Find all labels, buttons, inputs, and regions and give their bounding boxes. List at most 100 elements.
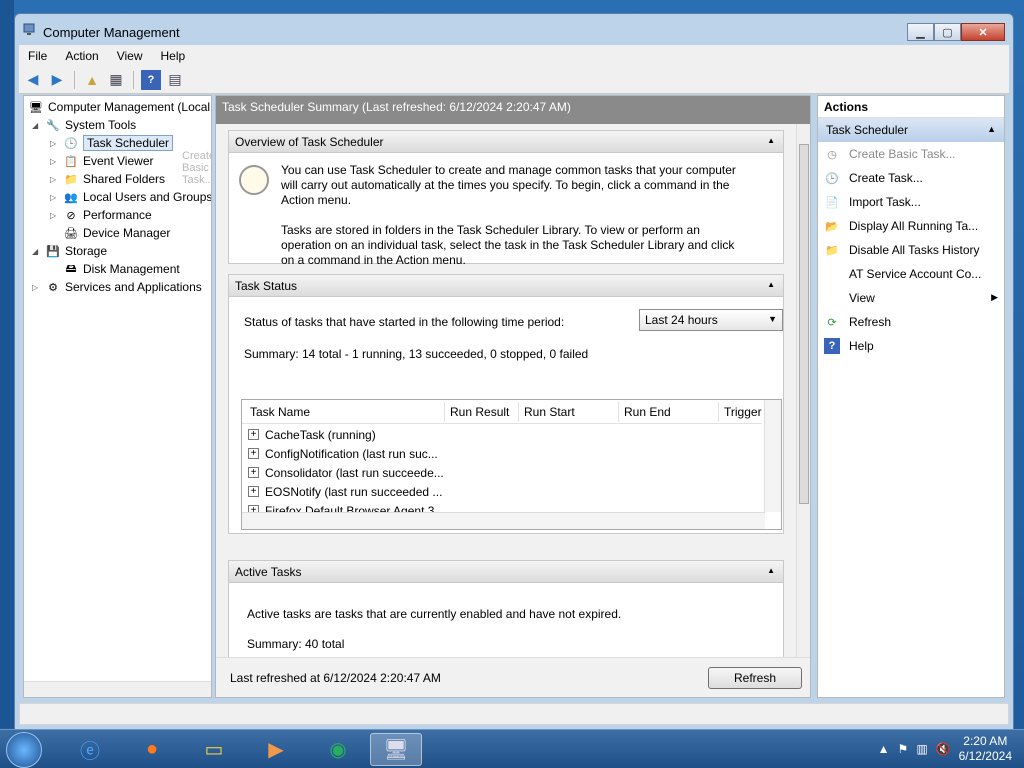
time-period-dropdown[interactable]: Last 24 hours ▼	[639, 309, 783, 331]
menu-action[interactable]: Action	[56, 49, 107, 63]
action-create-basic-task[interactable]: ◷ Create Basic Task...	[818, 142, 1004, 166]
storage-icon: 💾	[46, 245, 60, 258]
maximize-button[interactable]: ▢	[934, 23, 961, 41]
action-create-task[interactable]: 🕒 Create Task...	[818, 166, 1004, 190]
collapse-caret-icon[interactable]: ▲	[987, 124, 996, 134]
summary-footer: Last refreshed at 6/12/2024 2:20:47 AM R…	[216, 657, 810, 697]
table-row[interactable]: + ConfigNotification (last run suc...	[248, 444, 438, 463]
column-run-start[interactable]: Run Start	[524, 405, 575, 419]
tree-item-storage[interactable]: ◢ 💾 Storage	[32, 242, 107, 260]
help-icon: ?	[824, 338, 840, 354]
tree-item-task-scheduler[interactable]: ▷ 🕒 Task Scheduler	[50, 134, 174, 152]
column-task-name[interactable]: Task Name	[250, 405, 310, 419]
menu-view[interactable]: View	[108, 49, 152, 63]
title-bar[interactable]: Computer Management ▁ ▢ ✕	[15, 14, 1013, 44]
column-run-result[interactable]: Run Result	[450, 405, 509, 419]
window-title: Computer Management	[43, 25, 180, 40]
expand-arrow-icon[interactable]: ▷	[50, 193, 60, 202]
show-hide-action-pane-icon[interactable]: ▤	[165, 70, 185, 90]
show-hidden-icons-icon[interactable]: ▲	[878, 742, 890, 756]
overview-header[interactable]: Overview of Task Scheduler ▲	[229, 131, 783, 153]
time-period-label: Status of tasks that have started in the…	[244, 315, 565, 329]
media-player-icon[interactable]: ▶	[250, 733, 302, 766]
action-display-running[interactable]: 📂 Display All Running Ta...	[818, 214, 1004, 238]
collapse-arrow-icon[interactable]: ◢	[32, 121, 42, 130]
scrollbar-thumb[interactable]	[799, 144, 809, 504]
tree-item-services-applications[interactable]: ▷ ⚙ Services and Applications	[32, 278, 202, 296]
table-row[interactable]: + EOSNotify (last run succeeded ...	[248, 482, 442, 501]
computer-management-taskbar-icon[interactable]: 🖥	[370, 733, 422, 766]
back-icon[interactable]: ◀	[23, 70, 43, 90]
expand-arrow-icon[interactable]: ▷	[50, 211, 60, 220]
summary-vertical-scrollbar[interactable]	[796, 124, 810, 657]
summary-pane: Task Scheduler Summary (Last refreshed: …	[215, 95, 811, 698]
internet-explorer-icon[interactable]: ⓔ	[64, 733, 116, 766]
action-refresh[interactable]: ⟳ Refresh	[818, 310, 1004, 334]
up-folder-icon[interactable]: ▲	[82, 70, 102, 90]
start-button[interactable]	[6, 732, 42, 768]
action-at-service-account[interactable]: AT Service Account Co...	[818, 262, 1004, 286]
volume-muted-icon[interactable]: 🔇	[936, 742, 951, 756]
table-row[interactable]: + Consolidator (last run succeede...	[248, 463, 444, 482]
action-disable-history[interactable]: 📁 Disable All Tasks History	[818, 238, 1004, 262]
close-button[interactable]: ✕	[961, 23, 1005, 41]
tree-item-shared-folders[interactable]: ▷ 📁 Shared Folders	[50, 170, 165, 188]
drag-ghost-text: Create Basic Task...	[182, 150, 212, 186]
expand-arrow-icon[interactable]: ▷	[32, 283, 42, 292]
app-icon[interactable]: ◉	[312, 733, 364, 766]
shared-folders-icon: 📁	[64, 173, 78, 186]
collapse-caret-icon[interactable]: ▲	[767, 566, 775, 575]
task-status-header[interactable]: Task Status ▲	[229, 275, 783, 297]
actions-group-task-scheduler[interactable]: Task Scheduler ▲	[818, 118, 1004, 142]
expand-arrow-icon[interactable]: ▷	[50, 139, 60, 148]
tree-item-computer-management[interactable]: 🖥 Computer Management (Local	[28, 98, 210, 116]
active-tasks-description: Active tasks are tasks that are currentl…	[247, 607, 622, 621]
collapse-arrow-icon[interactable]: ◢	[32, 247, 42, 256]
column-trigger[interactable]: Trigger	[724, 405, 762, 419]
table-header: Task Name Run Result Run Start Run End T…	[242, 400, 762, 424]
menu-file[interactable]: File	[19, 49, 56, 63]
expand-arrow-icon[interactable]: ▷	[50, 175, 60, 184]
history-icon: 📁	[825, 244, 839, 257]
tree-item-disk-management[interactable]: 🖴 Disk Management	[50, 260, 179, 278]
running-tasks-icon: 📂	[825, 220, 839, 233]
action-import-task[interactable]: 📄 Import Task...	[818, 190, 1004, 214]
active-tasks-header[interactable]: Active Tasks ▲	[229, 561, 783, 583]
expand-plus-icon[interactable]: +	[248, 429, 259, 440]
tree-item-event-viewer[interactable]: ▷ 📋 Event Viewer	[50, 152, 153, 170]
overview-text: You can use Task Scheduler to create and…	[281, 163, 736, 267]
menu-help[interactable]: Help	[152, 49, 195, 63]
create-task-icon: 🕒	[825, 172, 839, 185]
tree-item-performance[interactable]: ▷ ⊘ Performance	[50, 206, 152, 224]
tree-item-system-tools[interactable]: ◢ 🔧 System Tools	[32, 116, 136, 134]
firefox-icon[interactable]: ●	[126, 733, 178, 766]
show-hide-tree-icon[interactable]: ▦	[106, 70, 126, 90]
expand-plus-icon[interactable]: +	[248, 486, 259, 497]
clock[interactable]: 2:20 AM 6/12/2024	[959, 734, 1012, 764]
import-task-icon: 📄	[825, 196, 839, 209]
help-icon[interactable]: ?	[141, 69, 161, 90]
collapse-caret-icon[interactable]: ▲	[767, 280, 775, 289]
forward-icon[interactable]: ▶	[47, 70, 67, 90]
expand-plus-icon[interactable]: +	[248, 467, 259, 478]
event-viewer-icon: 📋	[64, 155, 78, 168]
column-run-end[interactable]: Run End	[624, 405, 671, 419]
minimize-button[interactable]: ▁	[907, 23, 934, 41]
collapse-caret-icon[interactable]: ▲	[767, 136, 775, 145]
action-view[interactable]: View ▶	[818, 286, 1004, 310]
expand-plus-icon[interactable]: +	[248, 448, 259, 459]
network-icon[interactable]: ▥	[916, 742, 927, 756]
tree-horizontal-scrollbar[interactable]	[24, 681, 211, 697]
system-tools-icon: 🔧	[46, 119, 60, 132]
flag-icon[interactable]: ⚑	[898, 742, 909, 756]
computer-management-window: Computer Management ▁ ▢ ✕ File Action Vi…	[14, 13, 1014, 730]
expand-arrow-icon[interactable]: ▷	[50, 157, 60, 166]
refresh-button[interactable]: Refresh	[708, 667, 802, 689]
table-row[interactable]: + CacheTask (running)	[248, 425, 376, 444]
tree-item-device-manager[interactable]: 🖨 Device Manager	[50, 224, 170, 242]
file-explorer-icon[interactable]: ▭	[188, 733, 240, 766]
table-vertical-scrollbar[interactable]	[764, 400, 781, 512]
table-horizontal-scrollbar[interactable]	[242, 512, 765, 529]
tree-item-local-users[interactable]: ▷ 👥 Local Users and Groups	[50, 188, 211, 206]
action-help[interactable]: ? Help	[818, 334, 1004, 358]
